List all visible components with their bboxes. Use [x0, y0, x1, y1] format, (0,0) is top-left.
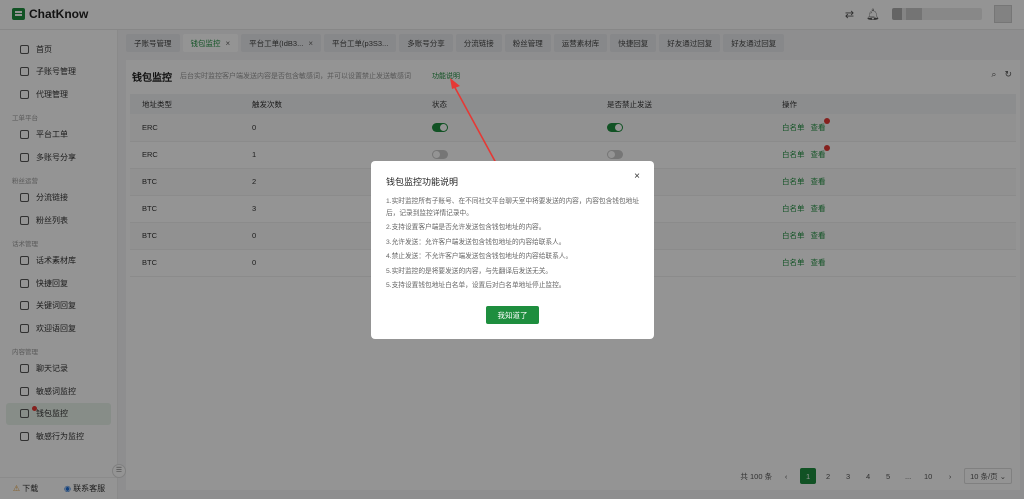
- close-icon[interactable]: ×: [634, 171, 640, 182]
- dialog-text-line: 2.支持设置客户端是否允许发送包含钱包地址的内容。: [386, 224, 546, 231]
- dialog-body: 1.实时监控所有子账号、在不同社交平台聊天室中将要发送的内容，内容包含钱包地址后…: [386, 196, 644, 295]
- help-dialog: 钱包监控功能说明 × 1.实时监控所有子账号、在不同社交平台聊天室中将要发送的内…: [371, 161, 654, 339]
- confirm-button[interactable]: 我知道了: [486, 306, 539, 324]
- dialog-text-line: 3.允许发送：允许客户端发送包含钱包地址的内容给联系人。: [386, 238, 566, 246]
- dialog-text-line: 1.实时监控所有子账号、在不同社交平台聊天室中将要发送的内容，内容包含钱包地址后…: [386, 198, 640, 217]
- dialog-text-line: 5.实时监控的是将要发送的内容，与先翻译后发送无关。: [386, 267, 553, 275]
- dialog-text-line: 4.禁止发送：不允许客户端发送包含钱包地址的内容给联系人。: [386, 253, 573, 260]
- dialog-text-line: 5.支持设置钱包地址白名单，设置后对白名单地址停止监控。: [386, 282, 566, 289]
- dialog-title: 钱包监控功能说明: [386, 177, 459, 187]
